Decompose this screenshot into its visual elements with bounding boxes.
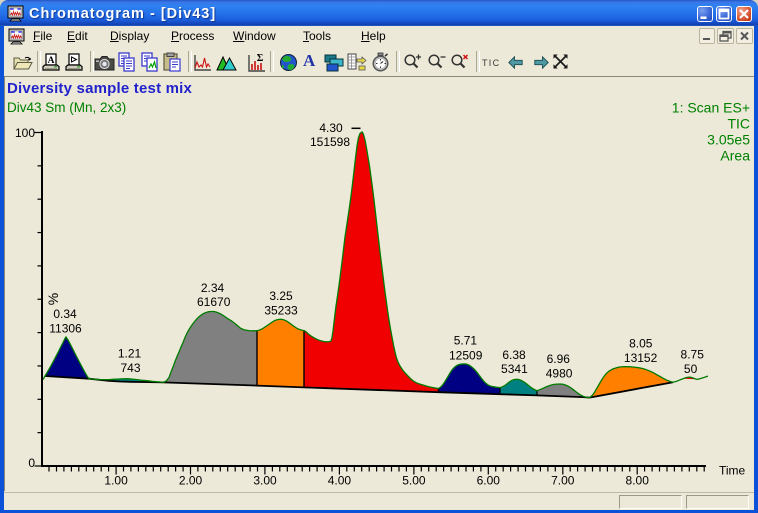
svg-text:743: 743: [120, 361, 140, 375]
svg-text:5341: 5341: [501, 362, 528, 376]
svg-text:35233: 35233: [264, 304, 298, 318]
svg-text:3.05e5: 3.05e5: [707, 132, 750, 148]
svg-text:8.05: 8.05: [629, 337, 653, 351]
svg-text:1.21: 1.21: [118, 347, 142, 361]
svg-text:12509: 12509: [449, 349, 483, 363]
svg-text:6.96: 6.96: [547, 352, 571, 366]
svg-text:Area: Area: [720, 148, 750, 164]
svg-text:61670: 61670: [197, 295, 231, 309]
svg-text:0.34: 0.34: [53, 307, 77, 321]
svg-text:2.00: 2.00: [179, 474, 203, 488]
svg-text:0: 0: [28, 456, 35, 470]
svg-text:4.30: 4.30: [319, 121, 343, 135]
svg-text:3.25: 3.25: [269, 289, 293, 303]
svg-text:151598: 151598: [310, 135, 350, 149]
svg-text:5.71: 5.71: [454, 334, 478, 348]
svg-text:TIC: TIC: [727, 116, 750, 132]
svg-text:1: Scan ES+: 1: Scan ES+: [672, 100, 750, 116]
svg-text:4.00: 4.00: [328, 474, 352, 488]
svg-text:4980: 4980: [546, 366, 573, 380]
svg-text:7.00: 7.00: [551, 474, 575, 488]
svg-text:Diversity sample test mix: Diversity sample test mix: [7, 80, 193, 97]
svg-text:100: 100: [15, 126, 35, 140]
svg-text:8.75: 8.75: [681, 347, 705, 361]
svg-text:3.00: 3.00: [253, 474, 277, 488]
svg-text:6.38: 6.38: [502, 348, 526, 362]
svg-text:%: %: [45, 293, 61, 305]
svg-text:8.00: 8.00: [626, 474, 650, 488]
svg-text:5.00: 5.00: [402, 474, 426, 488]
svg-text:2.34: 2.34: [201, 281, 225, 295]
svg-text:13152: 13152: [624, 351, 658, 365]
svg-text:1.00: 1.00: [104, 474, 128, 488]
svg-text:6.00: 6.00: [477, 474, 501, 488]
svg-text:Time: Time: [719, 464, 746, 478]
svg-text:50: 50: [684, 362, 698, 376]
svg-text:Div43 Sm (Mn, 2x3): Div43 Sm (Mn, 2x3): [7, 100, 126, 115]
svg-text:11306: 11306: [49, 321, 82, 335]
